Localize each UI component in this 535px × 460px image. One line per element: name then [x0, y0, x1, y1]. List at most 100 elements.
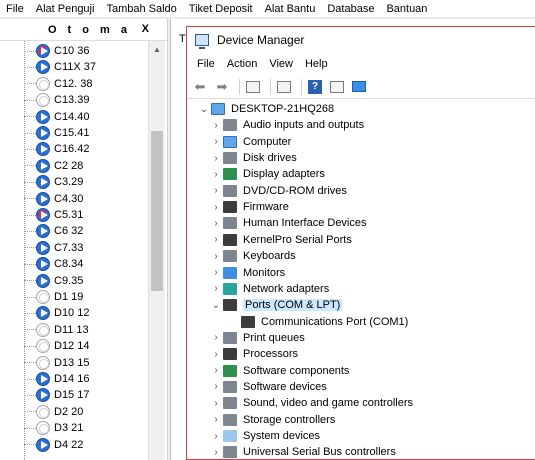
display-adapter-icon — [223, 168, 237, 181]
scroll-thumb[interactable] — [151, 131, 163, 291]
terminal-item[interactable]: C16.42 — [24, 141, 89, 157]
back-arrow-icon[interactable]: ⬅ — [191, 78, 209, 96]
chevron-right-icon[interactable]: › — [209, 169, 223, 180]
chevron-right-icon[interactable]: › — [209, 218, 223, 229]
device-category[interactable]: › Storage controllers — [209, 412, 335, 428]
terminal-item[interactable]: C11X 37 — [24, 59, 96, 75]
device-category[interactable]: › Software components — [209, 363, 349, 379]
device-category[interactable]: › DVD/CD-ROM drives — [209, 183, 347, 199]
menu-alat-penguji[interactable]: Alat Penguji — [30, 0, 101, 18]
terminal-item[interactable]: C2 28 — [24, 158, 83, 174]
terminal-item[interactable]: D13 15 — [24, 355, 89, 371]
device-category[interactable]: › Keyboards — [209, 248, 296, 264]
device-category[interactable]: › Display adapters — [209, 166, 325, 182]
chevron-right-icon[interactable]: › — [209, 414, 223, 425]
chevron-right-icon[interactable]: › — [209, 431, 223, 442]
properties-icon[interactable] — [275, 78, 293, 96]
device-category[interactable]: › Firmware — [209, 199, 289, 215]
terminal-label: C7.33 — [54, 241, 84, 254]
terminal-item[interactable]: D1 19 — [24, 289, 83, 305]
chevron-right-icon[interactable]: › — [209, 349, 223, 360]
scan-hardware-monitor-icon[interactable] — [350, 78, 368, 96]
menu-database[interactable]: Database — [321, 0, 380, 18]
terminal-item[interactable]: D12 14 — [24, 338, 89, 354]
device-category[interactable]: › Audio inputs and outputs — [209, 117, 364, 133]
terminal-item[interactable]: C4.30 — [24, 191, 83, 207]
scroll-up-arrow-icon[interactable]: ▲ — [149, 41, 165, 57]
terminal-item[interactable]: D10 12 — [24, 305, 89, 321]
tree-root[interactable]: ⌄ DESKTOP-21HQ268 — [197, 101, 334, 117]
chevron-right-icon[interactable]: › — [209, 120, 223, 131]
device-category[interactable]: › Software devices — [209, 379, 327, 395]
device-category[interactable]: › Monitors — [209, 265, 285, 281]
menu-alat-bantu[interactable]: Alat Bantu — [259, 0, 322, 18]
device-category[interactable]: › Processors — [209, 346, 298, 362]
terminal-item[interactable]: C8.34 — [24, 256, 83, 272]
device-category[interactable]: › Universal Serial Bus controllers — [209, 444, 396, 460]
tree-branch-line — [24, 165, 36, 167]
menu-tiket-deposit[interactable]: Tiket Deposit — [183, 0, 259, 18]
chevron-right-icon[interactable]: › — [209, 185, 223, 196]
chevron-right-icon[interactable]: › — [209, 398, 223, 409]
terminal-item[interactable]: C6 32 — [24, 223, 83, 239]
dm-menu-help[interactable]: Help — [299, 58, 334, 70]
panel-close-button[interactable]: X — [142, 23, 149, 35]
chevron-right-icon[interactable]: › — [209, 447, 223, 458]
forward-arrow-icon[interactable]: ➡ — [213, 78, 231, 96]
terminal-item[interactable]: C12. 38 — [24, 76, 93, 92]
device-category[interactable]: › Computer — [209, 134, 291, 150]
device-category[interactable]: › Disk drives — [209, 150, 297, 166]
menu-file[interactable]: File — [0, 0, 30, 18]
dm-menu-action[interactable]: Action — [221, 58, 264, 70]
terminal-item[interactable]: D14 16 — [24, 371, 89, 387]
terminal-item[interactable]: C5.31 — [24, 207, 83, 223]
show-hide-console-tree-icon[interactable] — [244, 78, 262, 96]
chevron-right-icon[interactable]: › — [209, 365, 223, 376]
terminal-item[interactable]: D4 22 — [24, 437, 83, 453]
terminal-item[interactable]: C10 36 — [24, 43, 89, 59]
terminal-item[interactable]: D15 17 — [24, 387, 89, 403]
tree-branch-line — [24, 312, 36, 314]
chevron-right-icon[interactable]: › — [209, 136, 223, 147]
terminal-item[interactable]: D3 21 — [24, 420, 83, 436]
status-off-icon — [36, 322, 50, 337]
device-category[interactable]: › KernelPro Serial Ports — [209, 232, 352, 248]
device-category[interactable]: ⌄ Ports (COM & LPT) — [209, 297, 343, 313]
terminal-item[interactable]: C3.29 — [24, 174, 83, 190]
terminal-item[interactable]: D11 13 — [24, 322, 89, 338]
menu-bantuan[interactable]: Bantuan — [380, 0, 433, 18]
device-label: Audio inputs and outputs — [243, 119, 365, 132]
chevron-right-icon[interactable]: › — [209, 234, 223, 245]
device-label: Print queues — [243, 331, 305, 344]
left-scrollbar[interactable]: ▲ — [148, 41, 165, 460]
view-icon[interactable] — [328, 78, 346, 96]
device-item[interactable]: Communications Port (COM1) — [227, 314, 408, 330]
device-manager-titlebar[interactable]: Device Manager — [187, 27, 535, 53]
device-label: Network adapters — [243, 282, 330, 295]
terminal-item[interactable]: C9.35 — [24, 273, 83, 289]
chevron-right-icon[interactable]: › — [209, 381, 223, 392]
chevron-right-icon[interactable]: › — [209, 153, 223, 164]
device-category[interactable]: › Print queues — [209, 330, 305, 346]
menu-tambah-saldo[interactable]: Tambah Saldo — [100, 0, 182, 18]
terminal-item[interactable]: C15.41 — [24, 125, 89, 141]
device-category[interactable]: › Human Interface Devices — [209, 215, 367, 231]
chevron-right-icon[interactable]: › — [209, 283, 223, 294]
software-device-icon — [223, 380, 237, 393]
device-category[interactable]: › Sound, video and game controllers — [209, 395, 413, 411]
chevron-right-icon[interactable]: › — [209, 202, 223, 213]
terminal-item[interactable]: C14.40 — [24, 109, 89, 125]
terminal-item[interactable]: D2 20 — [24, 404, 83, 420]
terminal-item[interactable]: C13.39 — [24, 92, 89, 108]
chevron-down-icon[interactable]: ⌄ — [209, 300, 223, 311]
terminal-item[interactable]: C7.33 — [24, 240, 83, 256]
chevron-right-icon[interactable]: › — [209, 267, 223, 278]
device-category[interactable]: › System devices — [209, 428, 320, 444]
device-category[interactable]: › Network adapters — [209, 281, 329, 297]
chevron-right-icon[interactable]: › — [209, 251, 223, 262]
dm-menu-view[interactable]: View — [263, 58, 299, 70]
help-icon[interactable]: ? — [306, 78, 324, 96]
dm-menu-file[interactable]: File — [191, 58, 221, 70]
chevron-right-icon[interactable]: › — [209, 332, 223, 343]
chevron-down-icon[interactable]: ⌄ — [197, 104, 211, 115]
